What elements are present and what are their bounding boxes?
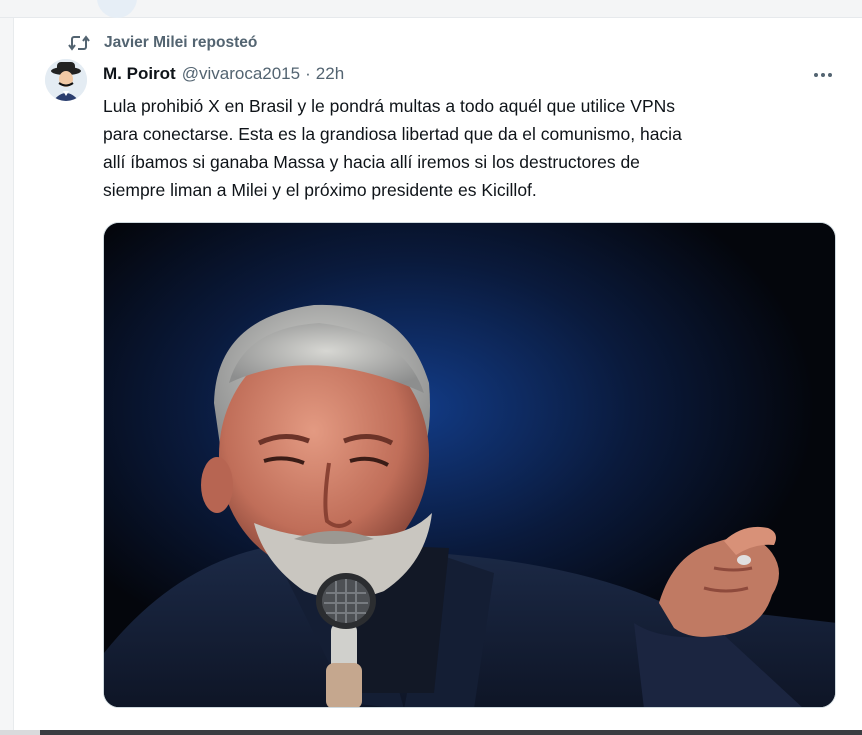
tweet-card[interactable]: Javier Milei reposteó M. Poirot @vivaroc… [14,18,862,730]
bottom-edge-strip [0,730,862,735]
repost-indicator[interactable]: Javier Milei reposteó [68,32,257,54]
more-options-button[interactable] [808,65,838,85]
avatar-cartoon-detective-icon [45,59,87,101]
repost-label[interactable]: Javier Milei reposteó [104,34,257,52]
timeline-left-edge [0,18,14,730]
author-display-name[interactable]: M. Poirot [103,64,176,84]
author-handle[interactable]: @vivaroca2015 [182,64,300,84]
header-separator: · [305,64,311,83]
photo-illustration [104,223,835,707]
previous-avatar[interactable] [97,0,137,18]
author-avatar[interactable] [45,59,87,101]
tweet-timestamp[interactable]: 22h [316,64,344,84]
previous-tweet-strip [0,0,862,18]
more-dots-icon [814,73,818,77]
tweet-header: M. Poirot @vivaroca2015 · 22h [103,63,344,85]
repost-icon [68,34,90,52]
tweet-text: Lula prohibió X en Brasil y le pondrá mu… [103,96,682,200]
tweet-photo[interactable] [103,222,836,708]
